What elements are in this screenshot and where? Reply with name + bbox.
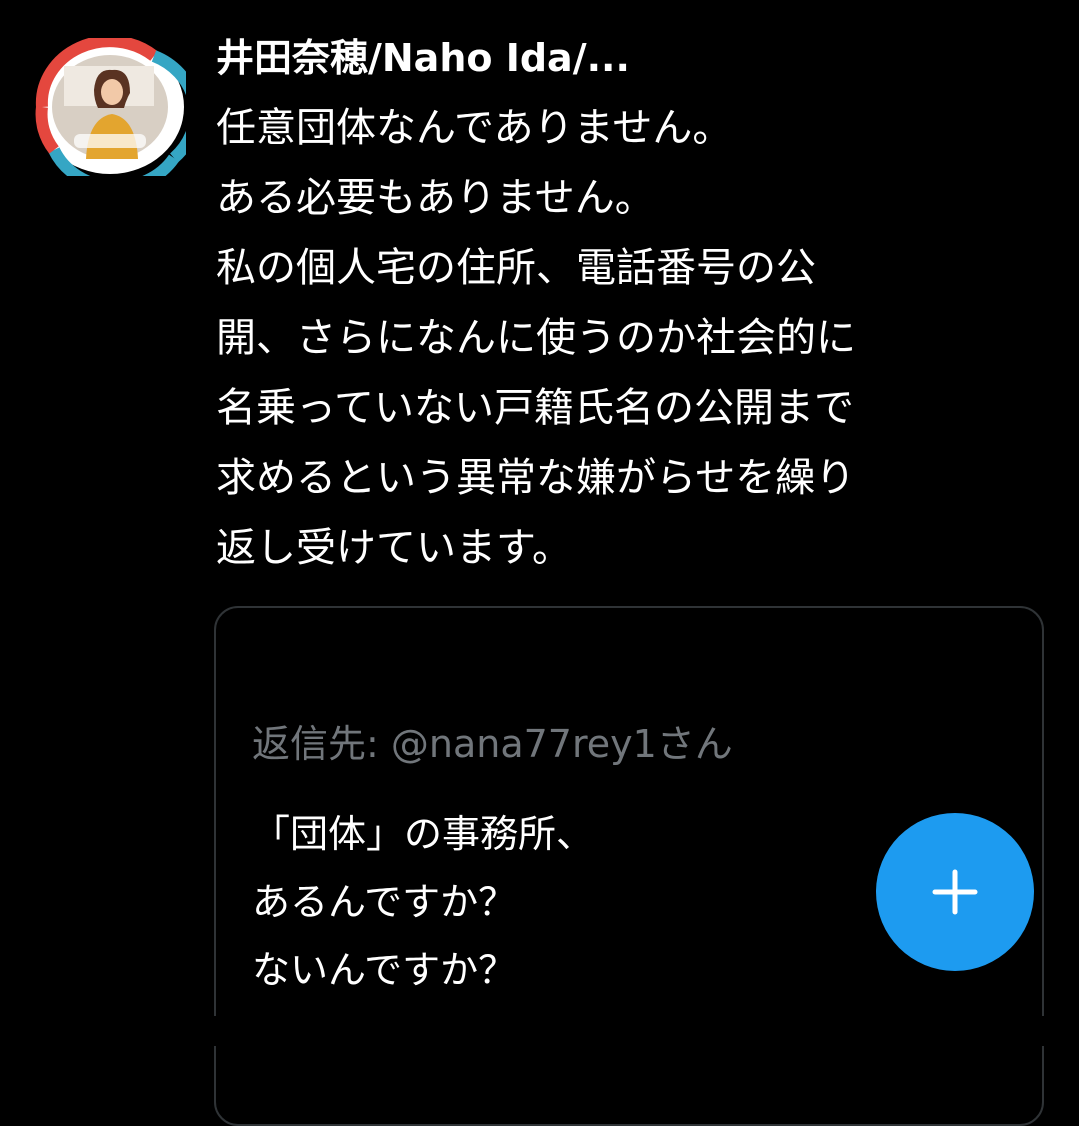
quoted-tweet-text: 「団体」の事務所、 あるんですか？ ないんですか？	[252, 800, 594, 1004]
avatar[interactable]	[34, 35, 202, 194]
tweet-text-line: 任意団体なんでありません。	[216, 105, 733, 151]
tweet-text-line: 開、さらになんに使うのか社会的に	[216, 315, 856, 361]
tweet-text: 任意団体なんでありません。 ある必要もありません。 私の個人宅の住所、電話番号の…	[216, 93, 1056, 583]
profile-photo-icon	[35, 35, 202, 194]
quoted-tweet-line: あるんですか？	[252, 880, 517, 924]
screen-bottom-edge	[0, 1016, 1079, 1046]
reply-to-label[interactable]: 返信先: @nana77rey1さん	[252, 716, 733, 772]
quoted-tweet-line: 「団体」の事務所、	[252, 812, 595, 856]
tweet-text-line: 返し受けています。	[216, 525, 572, 571]
quoted-tweet-line: ないんですか？	[252, 948, 517, 992]
tweet-text-line: 名乗っていない戸籍氏名の公開まで	[216, 385, 854, 431]
tweet-text-line: ある必要もありません。	[216, 175, 655, 221]
compose-tweet-button[interactable]	[876, 813, 1034, 971]
plus-icon	[932, 869, 978, 915]
tweet-text-line: 求めるという異常な嫌がらせを繰り	[216, 455, 856, 501]
author-name[interactable]: 井田奈穂/Naho Ida/...	[216, 30, 630, 86]
tweet-text-line: 私の個人宅の住所、電話番号の公	[216, 245, 816, 291]
